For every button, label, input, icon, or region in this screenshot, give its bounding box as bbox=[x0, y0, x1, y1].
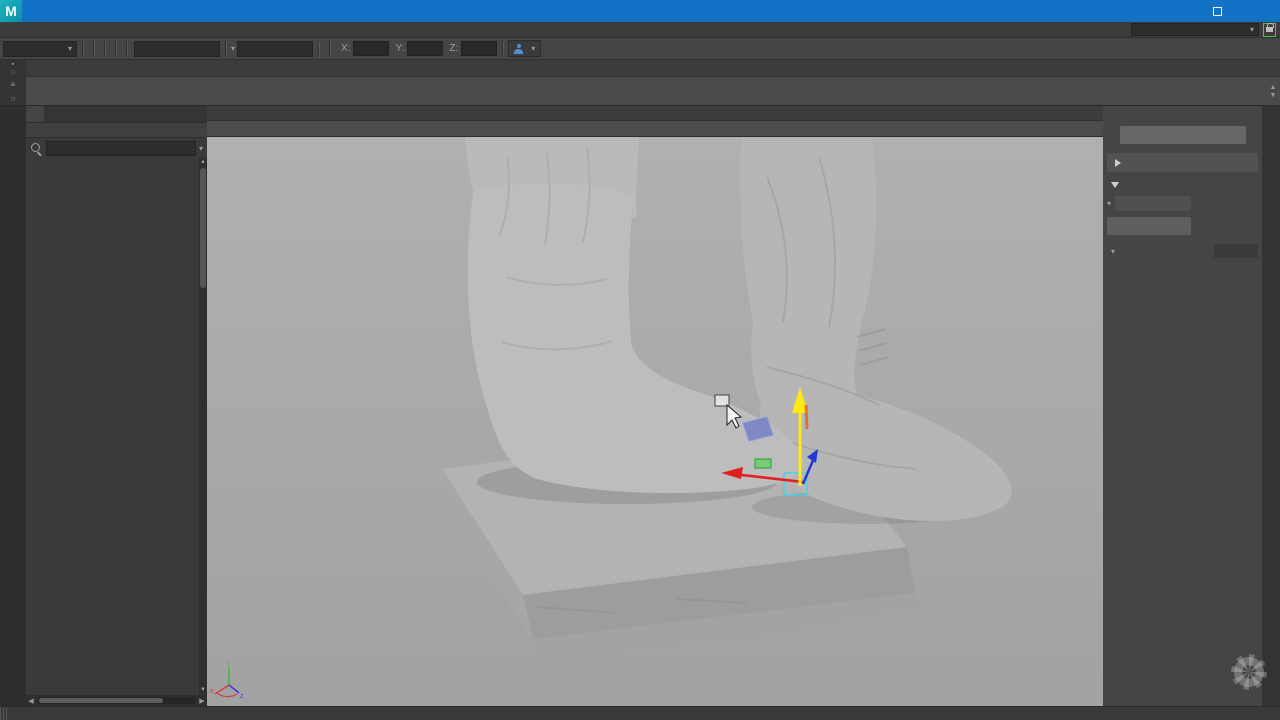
section-move-settings[interactable] bbox=[1107, 176, 1258, 193]
maya-logo-icon: M bbox=[0, 0, 22, 22]
step-snap-field[interactable] bbox=[1214, 244, 1258, 258]
menu-bar: ▾ bbox=[0, 22, 1280, 38]
x-coord-label: X: bbox=[341, 43, 350, 54]
workspace-lock-icon[interactable] bbox=[1263, 23, 1276, 37]
status-line: ▾ ▾ X: Y: Z: ▾ bbox=[0, 38, 1280, 60]
search-icon bbox=[30, 142, 43, 155]
close-button[interactable] bbox=[1238, 0, 1280, 22]
shelf: ≡○ ▲▼ bbox=[0, 77, 1280, 106]
maximize-button[interactable] bbox=[1196, 0, 1238, 22]
z-coord-label: Z: bbox=[449, 43, 458, 54]
z-coord-input[interactable] bbox=[461, 41, 497, 56]
svg-text:y: y bbox=[227, 661, 231, 668]
search-filter-dropdown-icon[interactable]: ▾ bbox=[199, 144, 203, 153]
axis-orientation-field[interactable] bbox=[1115, 196, 1191, 211]
modeling-toolkit-panel: ▾ ▾ bbox=[1103, 106, 1262, 706]
svg-text:z: z bbox=[240, 693, 244, 700]
title-bar: M bbox=[0, 0, 1280, 22]
outliner-tree bbox=[26, 158, 199, 695]
outliner-vertical-scrollbar[interactable]: ▲▼ bbox=[199, 158, 207, 695]
soft-selection-section[interactable] bbox=[1107, 153, 1258, 172]
workspace-selector: ▾ bbox=[1127, 23, 1280, 37]
perspective-viewport: y x z bbox=[207, 106, 1103, 706]
edit-pivot-button[interactable] bbox=[1107, 217, 1191, 235]
right-sidebar-tabs bbox=[1262, 106, 1280, 706]
help-line-grip bbox=[0, 707, 7, 720]
outliner-horizontal-scrollbar[interactable]: ◀▶ bbox=[26, 695, 207, 706]
menu-set-dropdown[interactable]: ▾ bbox=[3, 41, 77, 57]
y-coord-label: Y: bbox=[395, 43, 404, 54]
viewport-toolbar bbox=[207, 121, 1103, 137]
shelf-options-icon[interactable]: ≡○ bbox=[0, 77, 26, 105]
multi-component-button[interactable] bbox=[1120, 126, 1246, 144]
shelf-tab-bar: ▪○ bbox=[0, 60, 1280, 77]
step-snap-dropdown-icon[interactable]: ▾ bbox=[1111, 247, 1115, 256]
tab-tool-settings[interactable] bbox=[44, 106, 62, 122]
outliner-search-input[interactable] bbox=[46, 141, 196, 156]
maximize-icon bbox=[1213, 7, 1222, 16]
shelf-menu-icon[interactable]: ▪○ bbox=[0, 60, 26, 76]
collapsed-arrow-icon bbox=[1115, 159, 1121, 167]
outliner-panel: ▾ ▲▼ ◀▶ bbox=[26, 106, 207, 706]
live-surface-field[interactable] bbox=[134, 41, 220, 57]
x-coord-input[interactable] bbox=[353, 41, 389, 56]
help-line bbox=[0, 706, 1280, 720]
symmetry-field[interactable] bbox=[237, 41, 313, 57]
expanded-arrow-icon bbox=[1111, 182, 1119, 188]
viewport-canvas[interactable]: y x z bbox=[207, 137, 1103, 706]
axis-gizmo: y x z bbox=[210, 661, 244, 700]
y-coord-input[interactable] bbox=[407, 41, 443, 56]
tab-outliner[interactable] bbox=[26, 106, 44, 122]
workspace-dropdown[interactable]: ▾ bbox=[1131, 23, 1259, 36]
svg-text:x: x bbox=[210, 688, 214, 695]
axis-orientation-dropdown-icon[interactable]: ▾ bbox=[1107, 199, 1111, 208]
user-icon bbox=[514, 44, 523, 54]
shelf-scroll-arrows[interactable]: ▲▼ bbox=[1266, 84, 1280, 99]
maya-application: M ▾ ▾ ▾ bbox=[0, 0, 1280, 720]
user-account-button[interactable]: ▾ bbox=[508, 40, 541, 57]
minimize-button[interactable] bbox=[1154, 0, 1196, 22]
tool-box bbox=[0, 106, 26, 706]
